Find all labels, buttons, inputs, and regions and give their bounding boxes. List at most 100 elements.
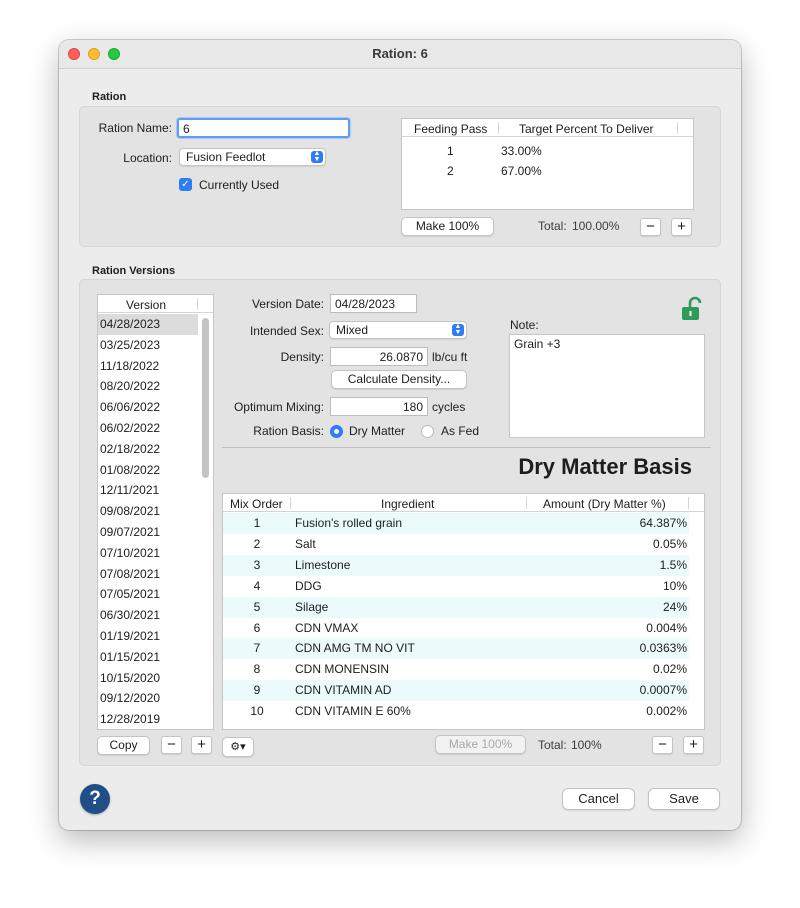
density-label: Density: xyxy=(280,350,324,364)
version-list-item[interactable]: 09/07/2021 xyxy=(98,522,198,543)
ingredient-mix-order: 4 xyxy=(253,578,261,593)
version-list-item[interactable]: 02/18/2022 xyxy=(98,439,198,460)
add-version-button[interactable]: + xyxy=(191,736,212,754)
add-ingredient-button[interactable]: + xyxy=(683,736,704,754)
optimum-mixing-label: Optimum Mixing: xyxy=(233,400,324,414)
version-list-item[interactable]: 09/08/2021 xyxy=(98,501,198,522)
intended-sex-value: Mixed xyxy=(336,323,369,337)
cancel-button[interactable]: Cancel xyxy=(562,788,635,810)
remove-version-button[interactable]: − xyxy=(161,736,182,754)
remove-ingredient-button[interactable]: − xyxy=(652,736,673,754)
remove-pass-button[interactable]: − xyxy=(640,218,661,236)
version-list-item[interactable]: 10/15/2020 xyxy=(98,668,198,689)
optimum-mixing-field[interactable]: 180 xyxy=(330,397,428,416)
version-list-scrollbar[interactable] xyxy=(202,318,209,478)
ingredient-amount: 0.05% xyxy=(652,536,687,551)
location-popup[interactable]: Fusion Feedlot ▲ ▼ xyxy=(179,148,326,166)
pass-row-1-pass[interactable]: 1 xyxy=(447,144,454,158)
version-list-item[interactable]: 06/30/2021 xyxy=(98,605,198,626)
pass-row-1-percent[interactable]: 33.00% xyxy=(501,144,542,158)
ingredient-row[interactable]: 5 Silage 24% xyxy=(223,596,689,618)
window-title: Ration: 6 xyxy=(372,46,428,61)
location-value: Fusion Feedlot xyxy=(186,150,266,164)
version-list-item[interactable]: 07/10/2021 xyxy=(98,543,198,564)
unlocked-padlock-icon[interactable] xyxy=(681,296,703,322)
versions-section-label: Ration Versions xyxy=(92,265,176,277)
ingredient-row[interactable]: 7 CDN AMG TM NO VIT 0.0363% xyxy=(223,638,689,660)
col-header-ingredient[interactable]: Ingredient xyxy=(381,497,434,511)
ingredient-name: CDN VMAX xyxy=(295,620,359,635)
version-list-item[interactable]: 09/12/2020 xyxy=(98,688,198,709)
make-100-ingredients-button[interactable]: Make 100% xyxy=(435,735,526,754)
make-100-pass-button[interactable]: Make 100% xyxy=(401,217,494,236)
add-pass-button[interactable]: + xyxy=(671,218,692,236)
ingredient-row[interactable]: 8 CDN MONENSIN 0.02% xyxy=(223,659,689,680)
col-header-feeding-pass[interactable]: Feeding Pass xyxy=(414,122,487,136)
version-list-item[interactable]: 11/18/2022 xyxy=(98,356,198,377)
location-label: Location: xyxy=(123,151,172,165)
ingredient-row[interactable]: 10 CDN VITAMIN E 60% 0.002% xyxy=(223,701,689,722)
ingredient-mix-order: 10 xyxy=(250,704,264,719)
ingredient-name: Limestone xyxy=(295,557,351,572)
ingredients-total-label: Total: xyxy=(538,738,567,752)
save-button[interactable]: Save xyxy=(648,788,720,810)
col-header-mix-order[interactable]: Mix Order xyxy=(230,497,283,511)
ingredient-actions-menu[interactable]: ⚙▾ xyxy=(222,737,254,757)
ingredient-amount: 0.0007% xyxy=(639,683,687,698)
title-bar: Ration: 6 xyxy=(59,40,741,69)
help-button[interactable]: ? xyxy=(80,784,110,814)
pass-row-2-percent[interactable]: 67.00% xyxy=(501,164,542,178)
density-field[interactable]: 26.0870 xyxy=(330,347,428,366)
updown-arrows-icon: ▲ ▼ xyxy=(452,323,464,336)
as-fed-label: As Fed xyxy=(441,424,480,438)
currently-used-checkbox[interactable]: ✓ xyxy=(179,178,192,191)
version-list-item[interactable]: 12/28/2019 xyxy=(98,709,198,729)
version-list-item[interactable]: 01/08/2022 xyxy=(98,460,198,481)
intended-sex-popup[interactable]: Mixed ▲ ▼ xyxy=(329,321,467,339)
version-date-field[interactable]: 04/28/2023 xyxy=(330,294,417,313)
ingredient-row[interactable]: 6 CDN VMAX 0.004% xyxy=(223,618,689,639)
version-list-item[interactable]: 08/20/2022 xyxy=(98,376,198,397)
version-list-item[interactable]: 01/19/2021 xyxy=(98,626,198,647)
ingredient-amount: 24% xyxy=(662,599,687,614)
ingredient-name: CDN VITAMIN E 60% xyxy=(295,704,411,719)
ingredients-total-value: 100% xyxy=(571,738,602,752)
pass-total-label: Total: xyxy=(538,219,567,233)
pass-row-2-pass[interactable]: 2 xyxy=(447,164,454,178)
as-fed-radio[interactable] xyxy=(421,425,434,438)
version-list-item[interactable]: 07/05/2021 xyxy=(98,584,198,605)
ration-section-label: Ration xyxy=(92,91,127,103)
feeding-pass-header: Feeding Pass Target Percent To Deliver xyxy=(402,119,693,137)
col-header-amount[interactable]: Amount (Dry Matter %) xyxy=(543,497,666,511)
gear-icon: ⚙ xyxy=(230,741,241,753)
calculate-density-button[interactable]: Calculate Density... xyxy=(331,370,467,389)
version-list-item[interactable]: 06/06/2022 xyxy=(98,397,198,418)
version-list-item[interactable]: 01/15/2021 xyxy=(98,647,198,668)
version-list-header: Version xyxy=(98,295,213,313)
version-list-item[interactable]: 12/11/2021 xyxy=(98,480,198,501)
dry-matter-label: Dry Matter xyxy=(349,424,406,438)
ingredient-row[interactable]: 9 CDN VITAMIN AD 0.0007% xyxy=(223,680,689,702)
ingredient-mix-order: 6 xyxy=(253,620,261,635)
intended-sex-label: Intended Sex: xyxy=(249,324,324,338)
ration-name-field[interactable]: 6 xyxy=(177,118,350,138)
copy-version-button[interactable]: Copy xyxy=(97,736,150,755)
col-header-version[interactable]: Version xyxy=(126,298,166,312)
version-list-item[interactable]: 03/25/2023 xyxy=(98,335,198,356)
feeding-pass-table: Feeding Pass Target Percent To Deliver 1… xyxy=(401,118,694,210)
version-list-item[interactable]: 04/28/2023 xyxy=(98,314,198,335)
ingredient-row[interactable]: 1 Fusion's rolled grain 64.387% xyxy=(223,513,689,534)
ingredient-row[interactable]: 3 Limestone 1.5% xyxy=(223,554,689,576)
ingredients-header: Mix Order Ingredient Amount (Dry Matter … xyxy=(223,494,704,512)
version-list-item[interactable]: 06/02/2022 xyxy=(98,418,198,439)
dry-matter-radio[interactable] xyxy=(330,425,343,438)
version-date-label: Version Date: xyxy=(251,297,324,311)
ration-group: Ration Name: 6 Location: Fusion Feedlot … xyxy=(79,106,721,247)
ingredient-row[interactable]: 2 Salt 0.05% xyxy=(223,534,689,555)
ingredient-mix-order: 1 xyxy=(253,516,261,530)
col-header-target-percent[interactable]: Target Percent To Deliver xyxy=(519,122,654,136)
pass-total-value: 100.00% xyxy=(572,219,620,233)
version-list-item[interactable]: 07/08/2021 xyxy=(98,564,198,585)
ingredient-row[interactable]: 4 DDG 10% xyxy=(223,576,689,597)
note-field[interactable]: Grain +3 xyxy=(509,334,705,438)
